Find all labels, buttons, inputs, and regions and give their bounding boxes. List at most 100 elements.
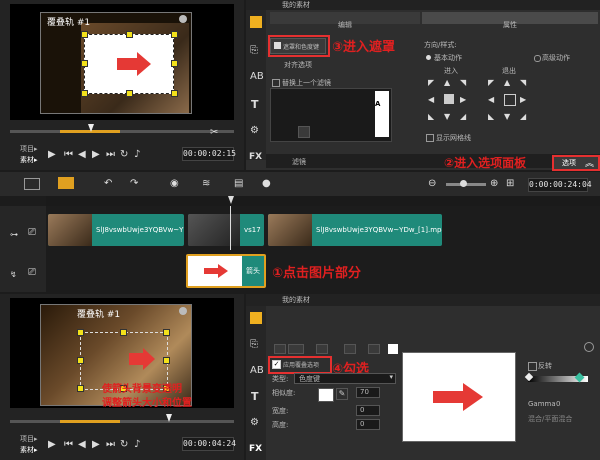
skip-start-icon[interactable]: ⏮	[64, 150, 73, 160]
transition-icon[interactable]: AB	[250, 72, 264, 82]
width-input[interactable]: 0	[356, 405, 380, 416]
motion-icon[interactable]: ●	[262, 179, 271, 189]
repeat-icon[interactable]: ↻	[120, 440, 128, 450]
cut-icon[interactable]: ✂	[210, 128, 218, 138]
redo-icon[interactable]: ↷	[130, 179, 138, 189]
media-icon[interactable]	[250, 16, 262, 28]
skip-end-icon[interactable]: ⏭	[106, 150, 115, 160]
direction-arrow-icon[interactable]: ▼	[444, 112, 450, 122]
media-icon[interactable]	[250, 312, 262, 324]
direction-arrow-icon[interactable]: ◤	[488, 78, 494, 88]
instant-project-icon[interactable]: ⎘	[250, 340, 258, 350]
track-toggle-icon[interactable]: ⊶	[10, 230, 18, 240]
overlay-track-icon[interactable]: ⎚	[28, 268, 36, 278]
show-grid-checkbox[interactable]	[426, 134, 434, 142]
similarity-input[interactable]: 70	[356, 387, 380, 398]
resize-handle[interactable]	[77, 357, 84, 364]
resize-handle[interactable]	[77, 385, 84, 392]
color-swatch[interactable]	[388, 344, 398, 354]
transition-icon[interactable]: AB	[250, 366, 264, 376]
direction-center-icon[interactable]	[444, 94, 454, 104]
bottom-scrubber-track[interactable]	[10, 420, 234, 423]
undo-icon[interactable]: ↶	[104, 179, 112, 189]
skip-start-icon[interactable]: ⏮	[64, 440, 73, 450]
resize-handle[interactable]	[81, 60, 88, 67]
top-project-label[interactable]: 项目▸	[20, 144, 38, 154]
fx-icon[interactable]: FX	[249, 444, 262, 454]
overlay-clip[interactable]: 箭头	[186, 254, 266, 288]
title-icon[interactable]: T	[251, 391, 259, 402]
direction-arrow-icon[interactable]: ▲	[504, 78, 510, 88]
replace-filter-checkbox[interactable]	[272, 79, 280, 87]
zoom-in-icon[interactable]: ⊕	[490, 179, 498, 189]
key-color-swatch[interactable]	[318, 388, 334, 402]
top-overlay-selected[interactable]	[84, 34, 174, 94]
skip-end-icon[interactable]: ⏭	[106, 440, 115, 450]
toolbar-button[interactable]	[368, 344, 380, 354]
audio-wave-icon[interactable]: ≋	[202, 179, 210, 189]
top-material-label[interactable]: 素材▸	[20, 155, 38, 165]
direction-arrow-icon[interactable]: ▶	[460, 95, 466, 105]
video-clip[interactable]: SlJ8vswbUwje3YQBVw~YDw_[1].mp4	[268, 214, 442, 246]
graphics-icon[interactable]: ⚙	[250, 126, 259, 136]
instant-project-icon[interactable]: ⎘	[250, 46, 258, 56]
filter-list[interactable]: A	[270, 88, 392, 142]
fx-icon[interactable]: FX	[249, 152, 262, 162]
zoom-out-icon[interactable]: ⊖	[428, 179, 436, 189]
toolbar-button[interactable]	[288, 344, 304, 354]
volume-icon[interactable]: ♪	[134, 440, 140, 450]
direction-arrow-icon[interactable]: ◣	[488, 112, 494, 122]
tab-edit[interactable]: 编辑	[270, 12, 420, 29]
direction-arrow-icon[interactable]: ▲	[444, 78, 450, 88]
title-icon[interactable]: T	[251, 99, 259, 110]
video-track-icon[interactable]: ⎚	[28, 228, 36, 238]
link-icon[interactable]: ↯	[10, 270, 17, 280]
eyedropper-icon[interactable]: ✎	[336, 388, 348, 400]
ruler-playhead[interactable]	[228, 196, 234, 204]
advanced-action-radio[interactable]	[534, 55, 541, 62]
volume-icon[interactable]: ♪	[134, 150, 140, 160]
type-dropdown[interactable]: 色度键 ▾	[294, 373, 396, 384]
repeat-icon[interactable]: ↻	[120, 150, 128, 160]
custom-filter-swatch[interactable]: A	[375, 91, 389, 137]
direction-arrow-icon[interactable]: ◢	[460, 112, 466, 122]
direction-center-icon[interactable]	[504, 94, 516, 106]
bottom-library-dropdown[interactable]: 我的素材	[282, 295, 310, 305]
blend-mode[interactable]: 混合/平面混合	[528, 414, 572, 424]
mix-icon[interactable]: ▤	[234, 179, 243, 189]
enter-direction-grid[interactable]: ◤ ▲ ◥ ◀ ▶ ◣ ▼ ◢	[426, 76, 474, 124]
direction-arrow-icon[interactable]: ▶	[520, 95, 526, 105]
resize-handle[interactable]	[163, 329, 170, 336]
play-icon[interactable]: ▶	[48, 440, 56, 450]
exit-direction-grid[interactable]: ◤ ▲ ◥ ◀ ▶ ◣ ▼ ◢	[486, 76, 534, 124]
toolbar-button[interactable]	[344, 344, 356, 354]
tab-properties[interactable]: 属性	[422, 12, 598, 29]
video-clip[interactable]: SlJ8vswbUwje3YQBVw~YDw_[1].mp4	[48, 214, 184, 246]
resize-handle[interactable]	[126, 90, 133, 97]
top-scrubber-track[interactable]	[10, 130, 234, 133]
step-forward-icon[interactable]: ▶	[92, 150, 100, 160]
record-icon[interactable]: ◉	[170, 179, 179, 189]
direction-arrow-icon[interactable]: ◣	[428, 112, 434, 122]
resize-handle[interactable]	[163, 357, 170, 364]
height-input[interactable]: 0	[356, 419, 380, 430]
zoom-slider-thumb[interactable]	[460, 180, 467, 187]
basic-action-radio[interactable]	[426, 55, 431, 60]
toolbar-button[interactable]	[274, 344, 286, 354]
direction-arrow-icon[interactable]: ▼	[504, 112, 510, 122]
direction-arrow-icon[interactable]: ◀	[428, 95, 434, 105]
bottom-material-label[interactable]: 素材▸	[20, 445, 38, 455]
bottom-project-label[interactable]: 项目▸	[20, 434, 38, 444]
play-icon[interactable]: ▶	[48, 150, 56, 160]
resize-handle[interactable]	[120, 329, 127, 336]
fit-icon[interactable]: ⊞	[506, 179, 514, 189]
timeline-timecode[interactable]: 0:00:00:24:04	[528, 178, 592, 192]
step-forward-icon[interactable]: ▶	[92, 440, 100, 450]
library-dropdown[interactable]: 我的素材	[282, 0, 310, 10]
resize-handle[interactable]	[171, 90, 178, 97]
filter-label[interactable]: 滤镜	[292, 157, 306, 167]
bottom-timecode[interactable]: 00:00:04:24	[182, 437, 236, 451]
collapse-icon[interactable]	[584, 342, 594, 352]
video-clip[interactable]: vs17	[188, 214, 264, 246]
resize-handle[interactable]	[81, 90, 88, 97]
